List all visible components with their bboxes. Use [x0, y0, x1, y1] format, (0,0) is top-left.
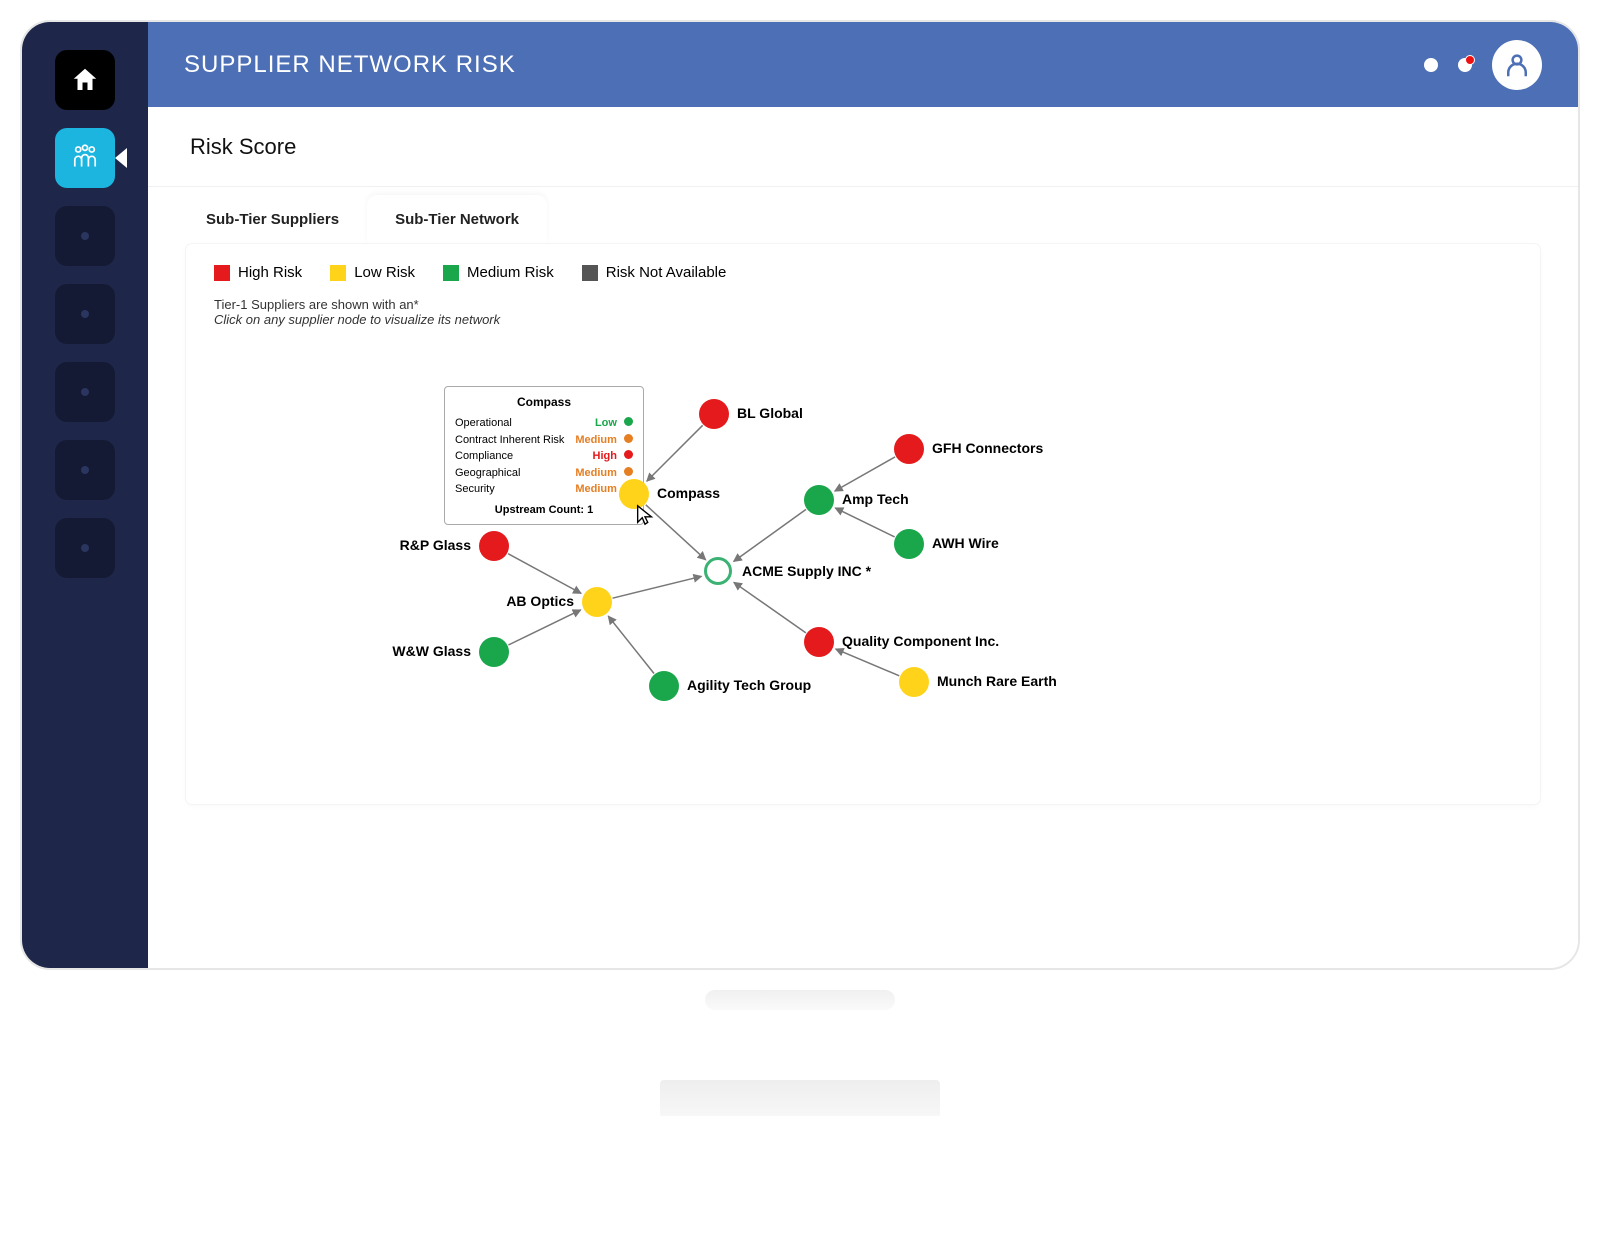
- legend-medium-risk: Medium Risk: [443, 264, 554, 281]
- edge-agility-aboptics: [608, 616, 654, 673]
- node-label-munch: Munch Rare Earth: [937, 673, 1057, 689]
- notifications-icon[interactable]: [1458, 58, 1472, 72]
- node-amptech[interactable]: [804, 485, 834, 515]
- node-aboptics[interactable]: [582, 587, 612, 617]
- edge-rpglass-aboptics: [508, 554, 581, 594]
- nav-item-6[interactable]: [55, 440, 115, 500]
- header-indicator-1[interactable]: [1424, 58, 1438, 72]
- tooltip-row: ComplianceHigh: [455, 448, 633, 465]
- tooltip-row: GeographicalMedium: [455, 465, 633, 482]
- node-rpglass[interactable]: [479, 531, 509, 561]
- node-label-amptech: Amp Tech: [842, 491, 909, 507]
- node-label-awh: AWH Wire: [932, 535, 999, 551]
- note-click: Click on any supplier node to visualize …: [214, 312, 1512, 327]
- active-indicator-arrow: [115, 148, 127, 168]
- node-blglobal[interactable]: [699, 399, 729, 429]
- people-icon: [68, 141, 102, 175]
- tooltip-row: OperationalLow: [455, 415, 633, 432]
- nav-supplier-network[interactable]: [55, 128, 115, 188]
- nav-item-3[interactable]: [55, 206, 115, 266]
- page-title-bar: Risk Score: [148, 107, 1578, 187]
- node-label-compass: Compass: [657, 485, 720, 501]
- tooltip-row: Contract Inherent RiskMedium: [455, 432, 633, 449]
- tooltip-footer: Upstream Count: 1: [455, 504, 633, 516]
- node-label-quality: Quality Component Inc.: [842, 633, 999, 649]
- edge-awh-amptech: [835, 508, 894, 537]
- legend: High Risk Low Risk Medium Risk Risk Not …: [214, 264, 1512, 281]
- legend-swatch-na: [582, 265, 598, 281]
- home-icon: [70, 65, 100, 95]
- legend-swatch-high: [214, 265, 230, 281]
- user-icon: [1502, 50, 1532, 80]
- node-label-gfh: GFH Connectors: [932, 440, 1043, 456]
- sidebar: [22, 22, 148, 968]
- node-quality[interactable]: [804, 627, 834, 657]
- node-label-rpglass: R&P Glass: [351, 537, 471, 553]
- legend-swatch-low: [330, 265, 346, 281]
- page-title: Risk Score: [190, 134, 296, 160]
- tabs: Sub-Tier Suppliers Sub-Tier Network: [178, 195, 1548, 244]
- nav-item-5[interactable]: [55, 362, 115, 422]
- stand-base: [660, 1080, 940, 1116]
- tab-sub-tier-suppliers[interactable]: Sub-Tier Suppliers: [178, 195, 367, 244]
- edge-amptech-acme: [734, 509, 806, 561]
- header-right: [1424, 40, 1542, 90]
- legend-label: High Risk: [238, 264, 302, 281]
- network-panel: High Risk Low Risk Medium Risk Risk Not …: [186, 244, 1540, 804]
- monitor-frame: SUPPLIER NETWORK RISK Risk Score Sub-Tie…: [20, 20, 1580, 970]
- edge-wwglass-aboptics: [508, 610, 580, 645]
- node-gfh[interactable]: [894, 434, 924, 464]
- node-label-wwglass: W&W Glass: [351, 643, 471, 659]
- content-area: SUPPLIER NETWORK RISK Risk Score Sub-Tie…: [148, 22, 1578, 968]
- node-wwglass[interactable]: [479, 637, 509, 667]
- legend-low-risk: Low Risk: [330, 264, 415, 281]
- legend-risk-na: Risk Not Available: [582, 264, 727, 281]
- nav-item-7[interactable]: [55, 518, 115, 578]
- edge-munch-quality: [836, 649, 900, 676]
- legend-label: Risk Not Available: [606, 264, 727, 281]
- node-label-agility: Agility Tech Group: [687, 677, 811, 693]
- body-area: Sub-Tier Suppliers Sub-Tier Network High…: [148, 187, 1578, 968]
- legend-swatch-medium: [443, 265, 459, 281]
- network-graph[interactable]: Compass OperationalLow Contract Inherent…: [214, 354, 1512, 784]
- nav-home[interactable]: [55, 50, 115, 110]
- legend-label: Low Risk: [354, 264, 415, 281]
- node-awh[interactable]: [894, 529, 924, 559]
- tooltip-row: SecurityMedium: [455, 481, 633, 498]
- node-label-acme: ACME Supply INC *: [742, 563, 871, 579]
- header-bar: SUPPLIER NETWORK RISK: [148, 22, 1578, 107]
- header-title: SUPPLIER NETWORK RISK: [184, 51, 516, 79]
- legend-high-risk: High Risk: [214, 264, 302, 281]
- edge-aboptics-acme: [613, 576, 702, 598]
- nav-item-4[interactable]: [55, 284, 115, 344]
- edge-quality-acme: [734, 582, 806, 633]
- monitor-stand: [670, 990, 930, 1116]
- node-label-aboptics: AB Optics: [454, 593, 574, 609]
- cursor-icon: [634, 504, 656, 526]
- tab-sub-tier-network[interactable]: Sub-Tier Network: [367, 195, 547, 244]
- node-label-blglobal: BL Global: [737, 405, 803, 421]
- stand-neck: [705, 990, 895, 1010]
- edge-blglobal-compass: [647, 425, 703, 481]
- node-agility[interactable]: [649, 671, 679, 701]
- legend-label: Medium Risk: [467, 264, 554, 281]
- node-acme[interactable]: [704, 557, 732, 585]
- edge-gfh-amptech: [835, 457, 895, 491]
- tooltip-title: Compass: [455, 395, 633, 409]
- note-tier1: Tier-1 Suppliers are shown with an*: [214, 297, 1512, 312]
- node-munch[interactable]: [899, 667, 929, 697]
- user-avatar[interactable]: [1492, 40, 1542, 90]
- node-tooltip: Compass OperationalLow Contract Inherent…: [444, 386, 644, 525]
